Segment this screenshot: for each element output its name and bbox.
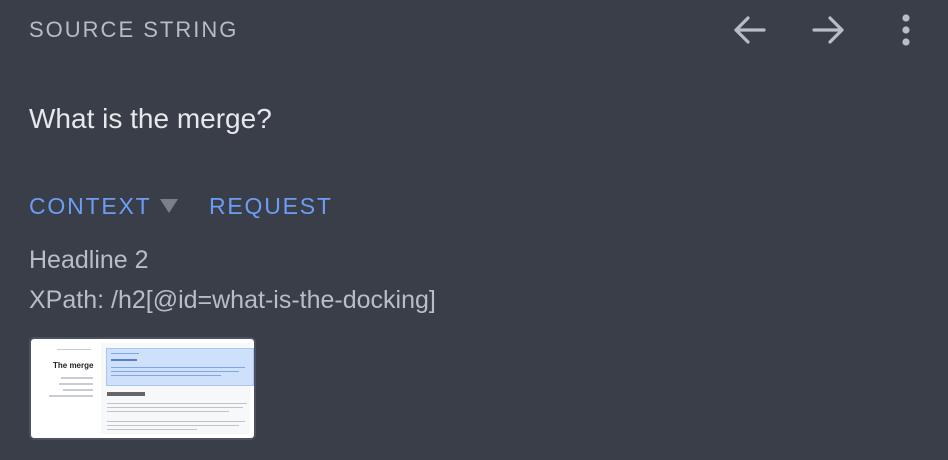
more-vert-icon bbox=[902, 14, 910, 46]
thumbnail-sidebar: The merge bbox=[35, 343, 101, 434]
next-button[interactable] bbox=[806, 8, 850, 52]
source-string-text: What is the merge? bbox=[29, 103, 272, 134]
tab-request[interactable]: REQUEST bbox=[209, 193, 333, 220]
arrow-right-icon bbox=[812, 16, 844, 44]
thumbnail-subheading bbox=[107, 392, 145, 396]
context-xpath: XPath: /h2[@id=what-is-the-docking] bbox=[29, 286, 436, 314]
context-screenshot-thumbnail[interactable]: The merge bbox=[29, 337, 256, 440]
context-element-type: Headline 2 bbox=[29, 246, 149, 274]
thumbnail-page-title: The merge bbox=[53, 361, 94, 370]
tab-context[interactable]: CONTEXT bbox=[29, 193, 152, 220]
panel-title: SOURCE STRING bbox=[29, 17, 239, 42]
screenshot-preview: The merge bbox=[35, 343, 254, 434]
arrow-left-icon bbox=[734, 16, 766, 44]
previous-button[interactable] bbox=[728, 8, 772, 52]
caret-down-icon[interactable] bbox=[160, 199, 178, 213]
thumbnail-highlighted-heading bbox=[106, 348, 254, 386]
more-options-button[interactable] bbox=[884, 8, 928, 52]
